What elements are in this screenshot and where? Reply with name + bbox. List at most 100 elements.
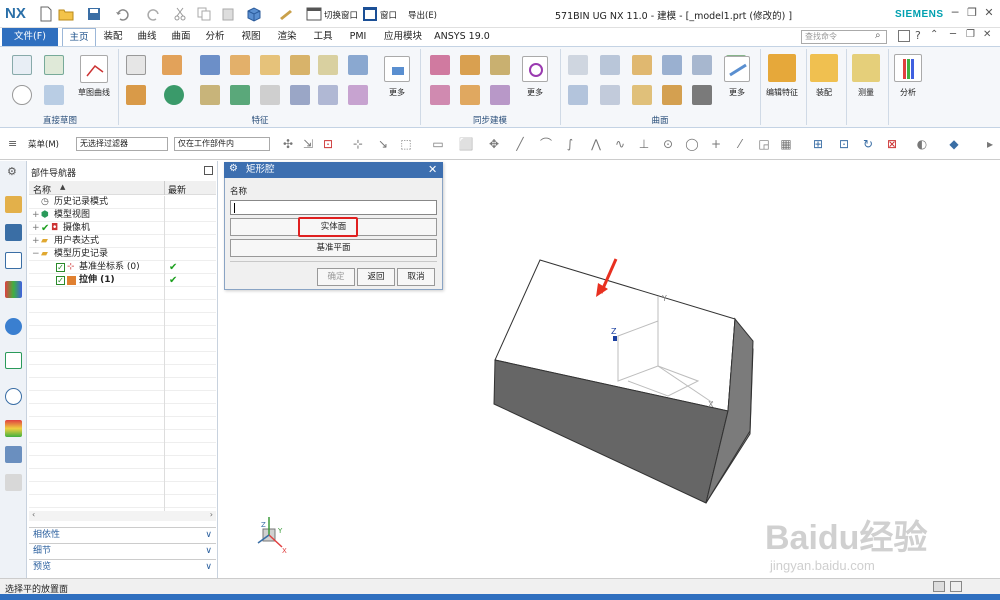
window-menu-label[interactable]: 窗口 [380,9,397,21]
roles-icon[interactable] [5,474,22,491]
circle-icon[interactable] [12,85,32,105]
constraint-navigator-icon[interactable] [5,224,22,241]
move-face-icon[interactable] [430,55,450,75]
file-menu-button[interactable]: 文件(F) [2,28,58,46]
tab-assembly[interactable]: 装配 [98,28,128,46]
snap-arrow-icon[interactable]: ⇲ [300,136,316,152]
collapse-icon[interactable]: − [32,248,40,261]
ruled-icon[interactable] [692,55,712,75]
name-input[interactable] [230,200,437,215]
tree-row[interactable]: + ✔ ◘ 摄像机 [29,222,216,235]
part-restore-icon[interactable]: ❐ [966,29,975,40]
through-mesh-icon[interactable] [600,55,620,75]
tree-row[interactable]: ✓ ⊹ 基准坐标系 (0) ✔ [29,261,216,274]
replace-face-icon[interactable] [430,85,450,105]
tab-application[interactable]: 应用模块 [378,28,428,46]
type-filter-select[interactable]: 无选择过滤器 [76,137,168,151]
dialog-close-icon[interactable]: ✕ [428,163,437,176]
tab-home[interactable]: 主页 [62,28,96,46]
sew-icon[interactable] [662,85,682,105]
expand-icon[interactable]: + [32,222,40,235]
new-file-icon[interactable] [38,6,54,22]
navigator-pin-icon[interactable] [204,166,213,175]
rotate-icon[interactable]: ↻ [860,136,876,152]
line-icon[interactable]: ╱ [512,136,528,152]
draft-icon[interactable] [260,85,280,105]
grid-icon[interactable]: ▦ [778,136,794,152]
analysis-icon[interactable] [894,54,922,82]
fit-view-icon[interactable]: ⊞ [810,136,826,152]
column-latest-header[interactable]: 最新 [168,183,186,196]
orient-view-icon[interactable]: ⊠ [884,136,900,152]
circle-center-icon[interactable]: ⊙ [660,136,676,152]
shading-icon[interactable]: ◐ [914,136,930,152]
arc-icon[interactable]: ⌒ [538,136,554,152]
through-curves-icon[interactable] [568,55,588,75]
move-handle-icon[interactable]: ✥ [486,136,502,152]
fill-surface-icon[interactable] [568,85,588,105]
tab-render[interactable]: 渲染 [272,28,302,46]
curve-rule-icon[interactable]: ↘ [375,136,391,152]
zoom-icon[interactable]: ⊡ [836,136,852,152]
more-feature-label[interactable]: 更多 [382,87,412,98]
screen-icon[interactable] [898,30,910,42]
dialog-settings-icon[interactable]: ⚙ [229,163,238,174]
pattern-icon[interactable] [318,55,338,75]
datum-plane-button[interactable]: 基准平面 [230,239,437,257]
dependencies-panel[interactable]: 相依性 ∨ [29,527,216,542]
details-panel[interactable]: 细节 ∨ [29,543,216,558]
chamfer-icon[interactable] [230,85,250,105]
perpendicular-icon[interactable]: ⊥ [636,136,652,152]
ok-button[interactable]: 确定 [317,268,355,286]
status-panel-icon[interactable] [950,581,962,592]
extrude-icon[interactable] [162,55,182,75]
tab-curve[interactable]: 曲线 [132,28,162,46]
polyline-icon[interactable]: ⋀ [588,136,604,152]
process-studio-icon[interactable] [5,446,22,463]
tree-row[interactable]: ◷ 历史记录模式 [29,196,216,209]
assembly-label[interactable]: 装配 [806,87,842,98]
tab-view[interactable]: 视图 [236,28,266,46]
spline-icon[interactable]: ∫ [562,136,578,152]
web-browser-icon[interactable] [5,318,22,335]
analysis-label[interactable]: 分析 [890,87,926,98]
reuse-library-icon[interactable] [5,281,22,298]
tangent-icon[interactable]: ⁄ [732,136,748,152]
eraser-icon[interactable]: ▭ [430,136,446,152]
tab-surface[interactable]: 曲面 [166,28,196,46]
tree-row[interactable]: + ⬢ 模型视图 [29,209,216,222]
maximize-icon[interactable]: ❐ [965,6,979,20]
more-sync-icon[interactable] [522,56,548,82]
expand-icon[interactable]: + [32,209,40,222]
help-icon[interactable]: ? [915,29,921,42]
tree-row[interactable]: − ▰ 模型历史记录 [29,248,216,261]
select-intent-icon[interactable]: ⊡ [320,136,336,152]
part-minimize-icon[interactable]: ─ [950,29,956,40]
more-sync-label[interactable]: 更多 [520,87,550,98]
copy-icon[interactable] [196,6,212,22]
trim-body-icon[interactable] [290,85,310,105]
patch-icon[interactable] [692,85,712,105]
subtract-icon[interactable] [290,55,310,75]
save-icon[interactable] [86,6,102,22]
sketch-feature-icon[interactable] [44,55,64,75]
assembly-navigator-icon[interactable] [5,196,22,213]
sketch-plane-icon[interactable] [44,85,64,105]
undo-icon[interactable] [114,6,130,22]
edge-blend-icon[interactable] [200,85,220,105]
expand-icon[interactable]: + [32,235,40,248]
visibility-checkbox[interactable]: ✓ [56,263,65,272]
switch-window-icon[interactable] [306,6,322,22]
existing-point-icon[interactable]: ◲ [756,136,772,152]
column-name-header[interactable]: 名称 [33,183,51,196]
bounded-plane-icon[interactable] [600,85,620,105]
navigator-horizontal-scrollbar[interactable]: ‹ › [29,510,216,521]
sketch-icon[interactable] [12,55,32,75]
measure-label[interactable]: 测量 [848,87,884,98]
tree-row[interactable]: ✓ 拉伸 (1) ✔ [29,274,216,287]
clock-icon[interactable] [5,388,22,405]
mirror-icon[interactable] [348,85,368,105]
studio-surface-icon[interactable] [662,55,682,75]
more-surface-label[interactable]: 更多 [722,87,752,98]
sketch-curve-icon[interactable] [80,55,108,83]
